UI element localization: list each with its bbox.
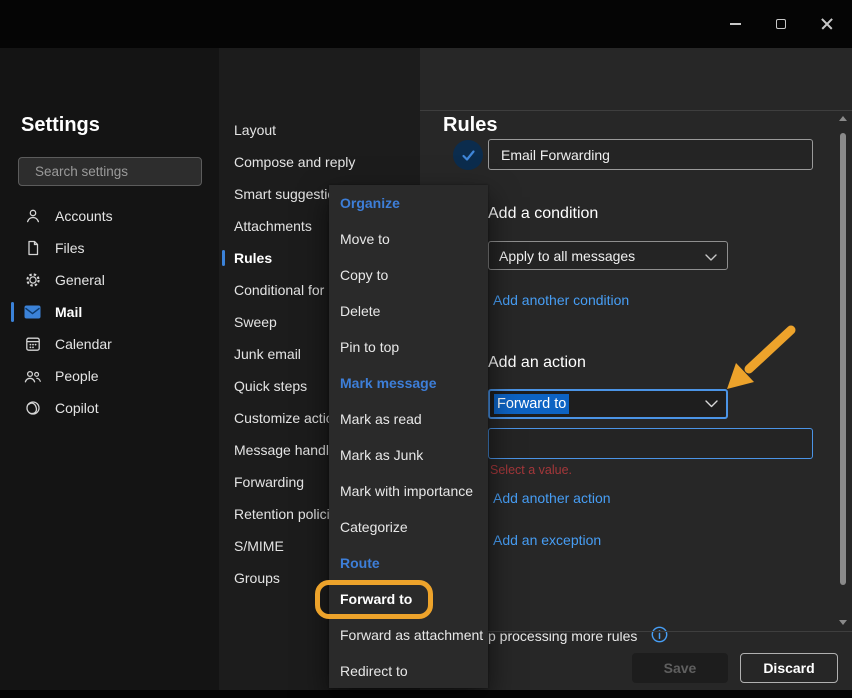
subnav-item-label: Rules <box>234 250 272 266</box>
minimize-icon <box>730 23 741 25</box>
action-combobox-value: Forward to <box>494 394 569 414</box>
action-value-error: Select a value. <box>490 463 572 477</box>
stop-processing-row: p processing more rules <box>488 626 668 646</box>
menu-item-mark-as-read[interactable]: Mark as read <box>329 401 488 437</box>
chevron-down-icon <box>705 248 717 264</box>
sidebar-item-label: Accounts <box>55 208 113 224</box>
menu-item-delete[interactable]: Delete <box>329 293 488 329</box>
titlebar <box>0 0 852 48</box>
settings-window: Settings Accounts Files <box>0 0 852 698</box>
subnav-item-label: S/MIME <box>234 538 284 554</box>
close-button[interactable] <box>804 0 850 48</box>
discard-button[interactable]: Discard <box>740 653 838 683</box>
subnav-item-layout[interactable]: Layout <box>219 114 420 146</box>
info-icon[interactable] <box>651 626 668 646</box>
condition-select-value: Apply to all messages <box>499 248 635 264</box>
subnav-item-compose-and-reply[interactable]: Compose and reply <box>219 146 420 178</box>
sidebar-item-label: Files <box>55 240 85 256</box>
subnav-item-label: Groups <box>234 570 280 586</box>
add-exception-link[interactable]: Add an exception <box>493 532 601 548</box>
menu-header-route: Route <box>329 545 488 581</box>
menu-header-organize: Organize <box>329 185 488 221</box>
add-another-action-link[interactable]: Add another action <box>493 490 611 506</box>
sidebar-item-general[interactable]: General <box>0 264 219 296</box>
subnav-item-label: Conditional for <box>234 282 324 298</box>
minimize-button[interactable] <box>712 0 758 48</box>
add-action-label: Add an action <box>488 354 586 372</box>
copilot-icon <box>24 400 41 417</box>
sidebar-item-label: Calendar <box>55 336 112 352</box>
scrollbar-thumb[interactable] <box>840 133 846 585</box>
subnav-item-label: Customize actio <box>234 410 334 426</box>
sidebar-item-label: Mail <box>55 304 82 320</box>
calendar-icon <box>24 336 41 353</box>
scrollbar-up-arrow[interactable] <box>839 116 847 121</box>
condition-select[interactable]: Apply to all messages <box>488 241 728 270</box>
sidebar-item-copilot[interactable]: Copilot <box>0 392 219 424</box>
sidebar-item-files[interactable]: Files <box>0 232 219 264</box>
menu-header-mark-message: Mark message <box>329 365 488 401</box>
sidebar-item-people[interactable]: People <box>0 360 219 392</box>
sidebar-nav: Accounts Files General Mail <box>0 200 219 424</box>
menu-item-redirect-to[interactable]: Redirect to <box>329 653 488 689</box>
file-icon <box>24 240 41 257</box>
action-combobox[interactable]: Forward to <box>488 389 728 419</box>
person-icon <box>24 208 41 225</box>
subnav-item-label: Forwarding <box>234 474 304 490</box>
menu-item-mark-as-junk[interactable]: Mark as Junk <box>329 437 488 473</box>
menu-item-pin-to-top[interactable]: Pin to top <box>329 329 488 365</box>
subnav-item-label: Retention polici <box>234 506 330 522</box>
close-icon <box>821 18 833 30</box>
chevron-down-icon[interactable] <box>705 396 718 412</box>
menu-item-forward-to[interactable]: Forward to <box>329 581 488 617</box>
add-condition-label: Add a condition <box>488 205 598 223</box>
rule-enabled-toggle[interactable] <box>453 140 483 170</box>
sidebar-item-label: People <box>55 368 99 384</box>
settings-sidebar: Settings Accounts Files <box>0 48 219 690</box>
save-button[interactable]: Save <box>632 653 728 683</box>
subnav-item-label: Message handli <box>234 442 332 458</box>
subnav-item-label: Junk email <box>234 346 301 362</box>
settings-title: Settings <box>21 114 100 137</box>
mail-icon <box>24 304 41 321</box>
page-title: Rules <box>443 114 497 137</box>
sidebar-item-label: Copilot <box>55 400 99 416</box>
subnav-item-label: Attachments <box>234 218 312 234</box>
menu-item-mark-with-importance[interactable]: Mark with importance <box>329 473 488 509</box>
maximize-button[interactable] <box>758 0 804 48</box>
subnav-item-label: Sweep <box>234 314 277 330</box>
menu-item-move-to[interactable]: Move to <box>329 221 488 257</box>
menu-item-forward-as-attachment[interactable]: Forward as attachment <box>329 617 488 653</box>
scrollbar-down-arrow[interactable] <box>839 620 847 625</box>
people-icon <box>24 368 41 385</box>
window-controls <box>712 0 850 48</box>
header-divider <box>420 110 852 111</box>
sidebar-item-label: General <box>55 272 105 288</box>
subnav-item-label: Layout <box>234 122 276 138</box>
maximize-icon <box>776 19 786 29</box>
gear-icon <box>24 272 41 289</box>
action-dropdown-menu: Organize Move to Copy to Delete Pin to t… <box>329 185 488 688</box>
menu-item-categorize[interactable]: Categorize <box>329 509 488 545</box>
search-settings-box[interactable] <box>18 157 202 186</box>
subnav-item-label: Compose and reply <box>234 154 355 170</box>
checkmark-icon <box>461 149 476 162</box>
sidebar-item-accounts[interactable]: Accounts <box>0 200 219 232</box>
sidebar-item-mail[interactable]: Mail <box>0 296 219 328</box>
add-another-condition-link[interactable]: Add another condition <box>493 292 629 308</box>
menu-item-copy-to[interactable]: Copy to <box>329 257 488 293</box>
rule-name-input[interactable] <box>488 139 813 170</box>
search-settings-input[interactable] <box>35 164 212 179</box>
subnav-item-label: Quick steps <box>234 378 307 394</box>
action-value-input[interactable] <box>488 428 813 459</box>
sidebar-item-calendar[interactable]: Calendar <box>0 328 219 360</box>
